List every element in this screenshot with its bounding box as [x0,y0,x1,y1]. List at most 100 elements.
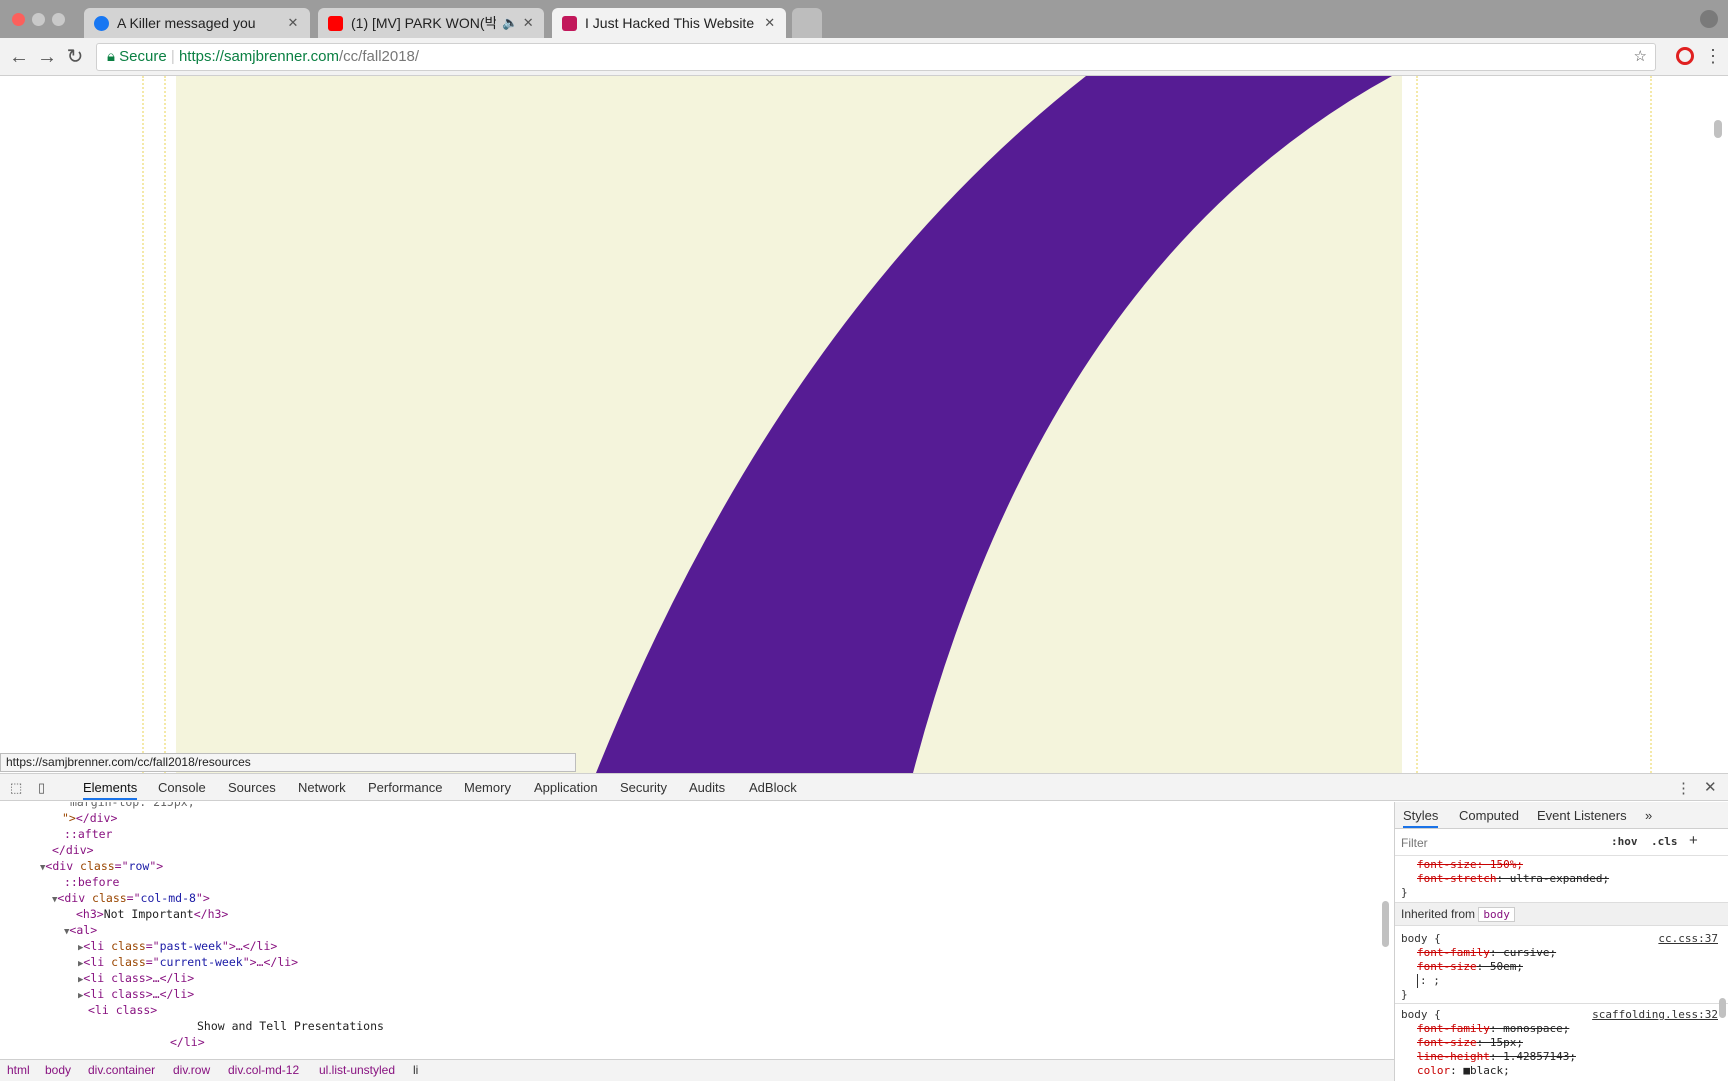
css-rule-close: } [1401,988,1408,1001]
code-line[interactable]: ▼<al> [64,922,97,938]
tab-audits[interactable]: Audits [689,780,725,795]
devtools-tab-bar: ⬚ ▯ Elements Console Sources Network Per… [0,774,1728,801]
status-url-bubble: https://samjbrenner.com/cc/fall2018/reso… [0,753,576,772]
breadcrumb-item[interactable]: div.row [173,1060,210,1080]
css-property[interactable]: font-size: 150%; [1417,858,1523,872]
styles-scrollbar[interactable] [1719,998,1726,1018]
breadcrumb-item[interactable]: body [45,1060,71,1080]
elements-scrollbar[interactable] [1382,901,1389,947]
secure-label: Secure [119,48,167,65]
page-viewport [0,76,1728,773]
bookmark-star-icon[interactable]: ☆ [1634,44,1647,70]
breadcrumb-item[interactable]: html [7,1060,30,1080]
inspect-element-icon[interactable]: ⬚ [10,780,22,796]
tab-styles[interactable]: Styles [1403,808,1439,828]
back-arrow-icon[interactable]: ← [8,46,30,68]
opera-extension-icon[interactable] [1676,47,1694,65]
css-property[interactable]: font-family: cursive; [1417,946,1556,960]
device-toolbar-icon[interactable]: ▯ [38,780,45,796]
close-window-button[interactable] [12,13,25,26]
code-line[interactable]: ▶<li class="past-week">…</li> [78,938,277,954]
forward-arrow-icon[interactable]: → [36,46,58,68]
css-source-link[interactable]: cc.css:37 [1658,932,1718,945]
code-line: margin-top: 215px; [70,802,195,809]
tab-network[interactable]: Network [298,780,346,795]
tab-console[interactable]: Console [158,780,206,795]
browser-toolbar: ← → ↻ 🔒︎ Secure | https://samjbrenner.co… [0,38,1728,76]
page-scrollbar[interactable] [1714,120,1722,138]
breadcrumb-item[interactable]: div.col-md-12 [228,1060,299,1080]
css-property[interactable]: color: ■black; [1417,1064,1510,1078]
css-property[interactable]: line-height: 1.42857143; [1417,1050,1576,1064]
address-bar[interactable]: 🔒︎ Secure | https://samjbrenner.com/cc/f… [96,43,1656,71]
browser-tab-active[interactable]: I Just Hacked This Website HA ✕ [552,8,786,38]
css-property[interactable]: font-stretch: ultra-expanded; [1417,872,1609,886]
more-tabs-icon[interactable]: » [1645,808,1652,823]
css-property[interactable]: font-size: 50em; [1417,960,1523,974]
tab-elements[interactable]: Elements [83,780,138,800]
css-property[interactable]: font-size: 15px; [1417,1036,1523,1050]
tab-title: (1) [MV] PARK WON(박원) _ [351,15,497,31]
breadcrumb-item[interactable]: div.container [88,1060,155,1080]
url-host: https://samjbrenner.com [178,48,340,65]
menu-kebab-icon[interactable]: ⋮ [1704,46,1722,67]
css-selector[interactable]: body { [1401,1008,1441,1022]
close-icon[interactable]: ✕ [763,15,776,31]
close-icon[interactable]: ✕ [286,15,300,31]
new-tab-button[interactable] [792,8,822,38]
close-icon[interactable]: ✕ [522,15,534,31]
elements-tree[interactable]: margin-top: 215px; "></div> ::after </di… [0,802,1378,1060]
browser-tab-youtube[interactable]: (1) [MV] PARK WON(박원) _ 🔈 ✕ [318,8,544,38]
audio-icon[interactable]: 🔈 [502,15,518,31]
tab-computed[interactable]: Computed [1459,808,1519,823]
messenger-icon [94,15,109,31]
browser-tab-messenger[interactable]: A Killer messaged you ✕ [84,8,310,38]
tab-sources[interactable]: Sources [228,780,276,795]
code-line[interactable]: ▼<div class="col-md-8"> [52,890,210,906]
code-line[interactable]: Show and Tell Presentations [197,1018,384,1034]
code-line[interactable]: </div> [52,842,94,858]
inherited-label: Inherited from [1401,907,1476,921]
new-rule-button[interactable]: + [1689,832,1698,849]
code-line[interactable]: <li class> [88,1002,157,1018]
code-line[interactable]: </li> [170,1034,205,1050]
code-line[interactable]: ▶<li class>…</li> [78,986,194,1002]
styles-filter-input[interactable] [1401,834,1597,852]
reload-icon[interactable]: ↻ [64,46,86,68]
code-line[interactable]: ::before [64,874,119,890]
code-line[interactable]: ▼<div class="row"> [40,858,163,874]
breadcrumb-item[interactable]: ul.list-unstyled [319,1060,395,1080]
inherited-badge[interactable]: body [1478,907,1515,922]
css-source-link[interactable]: scaffolding.less:32 [1592,1008,1718,1021]
close-devtools-icon[interactable]: ✕ [1704,778,1717,796]
url-path: /cc/fall2018/ [339,48,420,65]
tab-event-listeners[interactable]: Event Listeners [1537,808,1627,823]
profile-avatar-icon[interactable] [1700,10,1718,28]
youtube-icon [328,15,343,31]
class-toggle[interactable]: .cls [1651,835,1678,848]
styles-tab-bar: Styles Computed Event Listeners » [1395,802,1728,829]
zoom-window-button[interactable] [52,13,65,26]
css-rule-close: } [1401,886,1408,899]
tab-performance[interactable]: Performance [368,780,442,795]
code-line[interactable]: ▶<li class>…</li> [78,970,194,986]
purple-arc-shape [596,76,1392,773]
minimize-window-button[interactable] [32,13,45,26]
code-line[interactable]: ::after [64,826,112,842]
hover-state-toggle[interactable]: :hov [1611,835,1638,848]
css-property-editor[interactable]: : ; [1417,974,1440,988]
styles-filter-row: :hov .cls + [1395,830,1728,856]
code-line[interactable]: "></div> [62,810,117,826]
css-selector[interactable]: body { [1401,932,1441,946]
css-property[interactable]: font-family: monospace; [1417,1022,1569,1036]
tab-memory[interactable]: Memory [464,780,511,795]
purple-arc [596,76,1392,773]
tab-security[interactable]: Security [620,780,667,795]
tab-application[interactable]: Application [534,780,598,795]
tab-adblock[interactable]: AdBlock [749,780,797,795]
breadcrumb-item[interactable]: li [413,1060,418,1080]
tab-title: I Just Hacked This Website HA [585,15,757,31]
code-line[interactable]: ▶<li class="current-week">…</li> [78,954,298,970]
code-line[interactable]: <h3>Not Important</h3> [76,906,228,922]
devtools-menu-icon[interactable]: ⋮ [1676,779,1691,797]
